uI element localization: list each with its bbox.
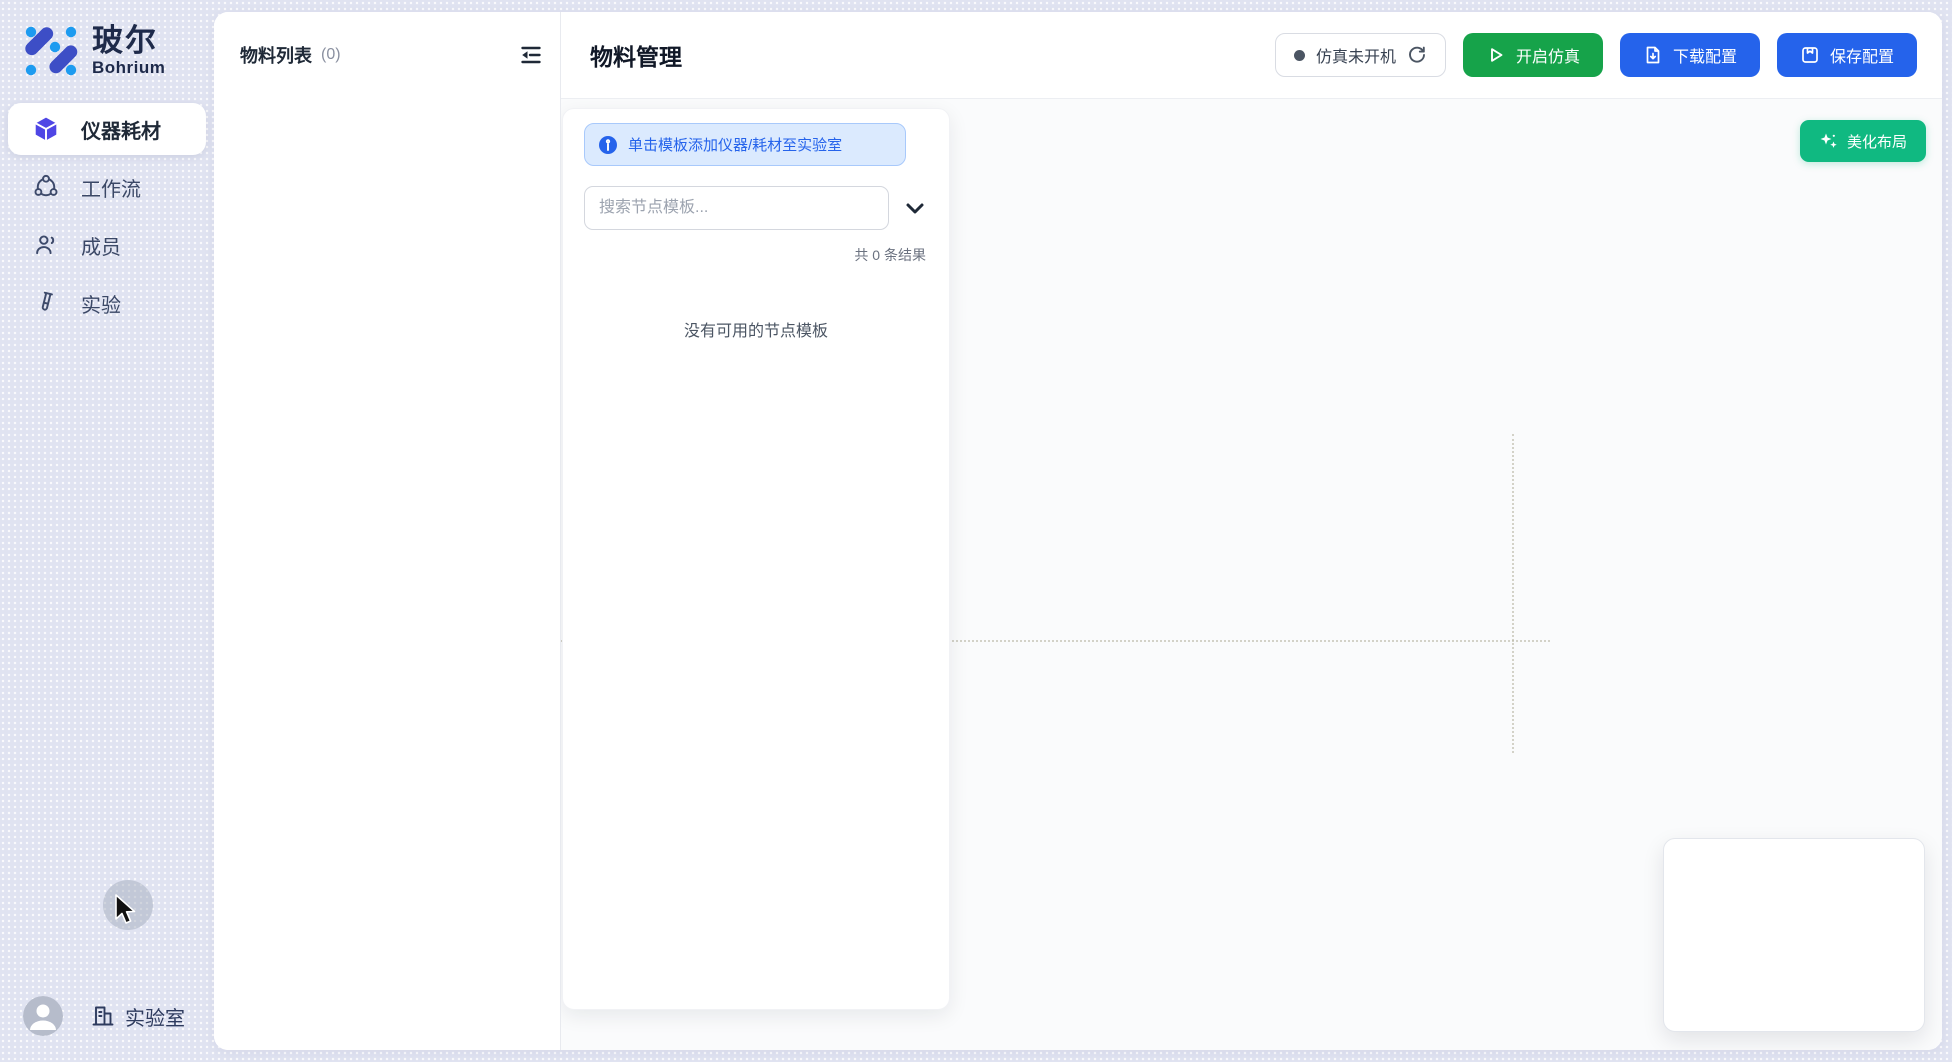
mouse-cursor-icon: [112, 893, 142, 927]
cube-icon: [33, 116, 59, 142]
empty-templates-text: 没有可用的节点模板: [584, 317, 928, 341]
save-config-button[interactable]: 保存配置: [1777, 33, 1917, 77]
material-list-panel: 物料列表 (0): [214, 12, 561, 1050]
material-list-count: (0): [321, 46, 341, 64]
file-download-icon: [1643, 45, 1663, 65]
brand-name-zh: 玻尔: [92, 24, 165, 58]
collapse-panel-icon: [518, 42, 544, 68]
material-list-title: 物料列表: [240, 42, 312, 68]
sidebar-item-label: 实验: [81, 289, 121, 318]
user-avatar[interactable]: [23, 996, 63, 1036]
app-shell: 玻尔 Bohrium 仪器耗材 工作流: [0, 0, 1952, 1062]
header-actions: 仿真未开机 开启仿真: [1275, 33, 1917, 77]
canvas-minimap[interactable]: [1663, 838, 1925, 1032]
chevron-down-icon: [902, 195, 928, 221]
sidebar-item-label: 成员: [81, 231, 121, 260]
material-list-header: 物料列表 (0): [214, 12, 560, 68]
brand-name-en: Bohrium: [92, 58, 165, 78]
sidebar-item-members[interactable]: 成员: [8, 219, 206, 271]
search-template-input[interactable]: [584, 186, 889, 230]
save-config-label: 保存配置: [1830, 43, 1894, 67]
refresh-icon: [1407, 45, 1427, 65]
info-icon: [599, 136, 617, 154]
sidebar-nav: 仪器耗材 工作流 成员: [8, 103, 206, 335]
tip-banner: 单击模板添加仪器/耗材至实验室: [584, 123, 906, 166]
content-card: 物料列表 (0) 物料管理 仿真未开机: [214, 12, 1942, 1050]
building-icon: [90, 1003, 116, 1029]
sidebar-item-instruments[interactable]: 仪器耗材: [8, 103, 206, 155]
start-simulation-button[interactable]: 开启仿真: [1463, 33, 1603, 77]
workflow-icon: [33, 174, 59, 200]
members-icon: [33, 232, 59, 258]
simulation-status-label: 仿真未开机: [1316, 43, 1396, 67]
lab-label: 实验室: [125, 1002, 185, 1031]
bohrium-logo-icon: [22, 22, 80, 80]
status-dot-icon: [1294, 50, 1305, 61]
play-icon: [1486, 45, 1506, 65]
node-template-panel: 单击模板添加仪器/耗材至实验室 共 0 条结果 没有可用的节点模板: [562, 108, 950, 1010]
sidebar-item-label: 工作流: [81, 173, 141, 202]
page-title: 物料管理: [590, 38, 682, 72]
start-simulation-label: 开启仿真: [1516, 43, 1580, 67]
simulation-status-pill: 仿真未开机: [1275, 33, 1446, 77]
lab-switcher[interactable]: 实验室: [90, 1002, 185, 1031]
tip-text: 单击模板添加仪器/耗材至实验室: [628, 134, 842, 155]
refresh-status-button[interactable]: [1407, 45, 1427, 65]
collapse-panel-button[interactable]: [518, 42, 544, 68]
save-icon: [1800, 45, 1820, 65]
sparkles-icon: [1819, 132, 1838, 151]
expand-filter-button[interactable]: [902, 195, 928, 221]
canvas-guide-vertical: [1512, 434, 1514, 753]
beautify-layout-label: 美化布局: [1847, 131, 1907, 152]
download-config-label: 下载配置: [1673, 43, 1737, 67]
main-area: 物料管理 仿真未开机: [561, 12, 1942, 1050]
result-count: 共 0 条结果: [584, 245, 928, 265]
sidebar-footer: 实验室: [23, 996, 185, 1036]
sidebar-item-label: 仪器耗材: [81, 115, 161, 144]
brand-logo: 玻尔 Bohrium: [22, 22, 165, 80]
main-header: 物料管理 仿真未开机: [561, 12, 1942, 99]
beautify-layout-button[interactable]: 美化布局: [1800, 120, 1926, 162]
sidebar-item-workflow[interactable]: 工作流: [8, 161, 206, 213]
flow-canvas[interactable]: 单击模板添加仪器/耗材至实验室 共 0 条结果 没有可用的节点模板: [561, 99, 1942, 1050]
download-config-button[interactable]: 下载配置: [1620, 33, 1760, 77]
template-search-row: [584, 186, 928, 230]
sidebar: 玻尔 Bohrium 仪器耗材 工作流: [0, 0, 214, 1062]
test-tube-icon: [33, 290, 59, 316]
sidebar-item-experiments[interactable]: 实验: [8, 277, 206, 329]
